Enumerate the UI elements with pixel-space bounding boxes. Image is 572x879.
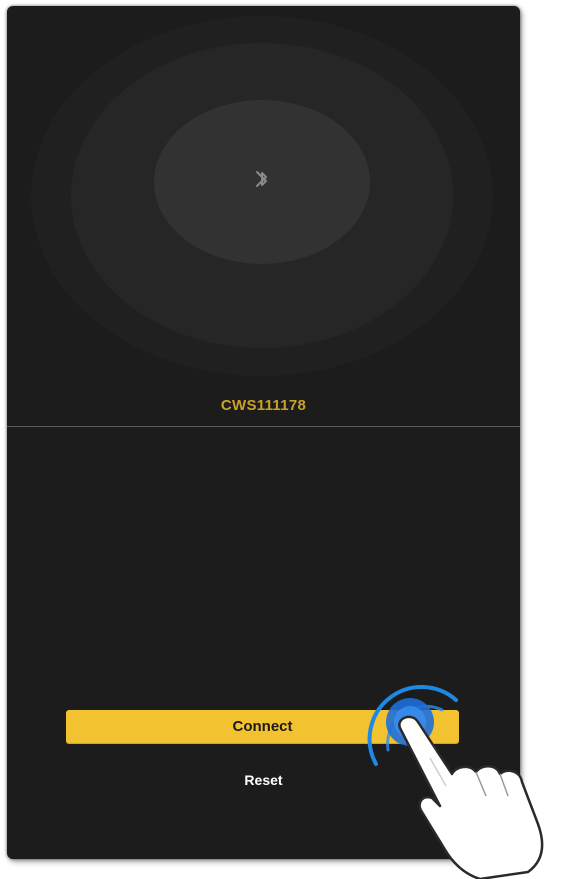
tap-hand-icon	[367, 685, 544, 879]
divider	[7, 426, 520, 427]
device-name[interactable]: CWS111178	[7, 397, 520, 414]
hand-shape	[398, 715, 544, 879]
bluetooth-icon	[256, 171, 267, 187]
bluetooth-scan-area	[7, 6, 520, 426]
